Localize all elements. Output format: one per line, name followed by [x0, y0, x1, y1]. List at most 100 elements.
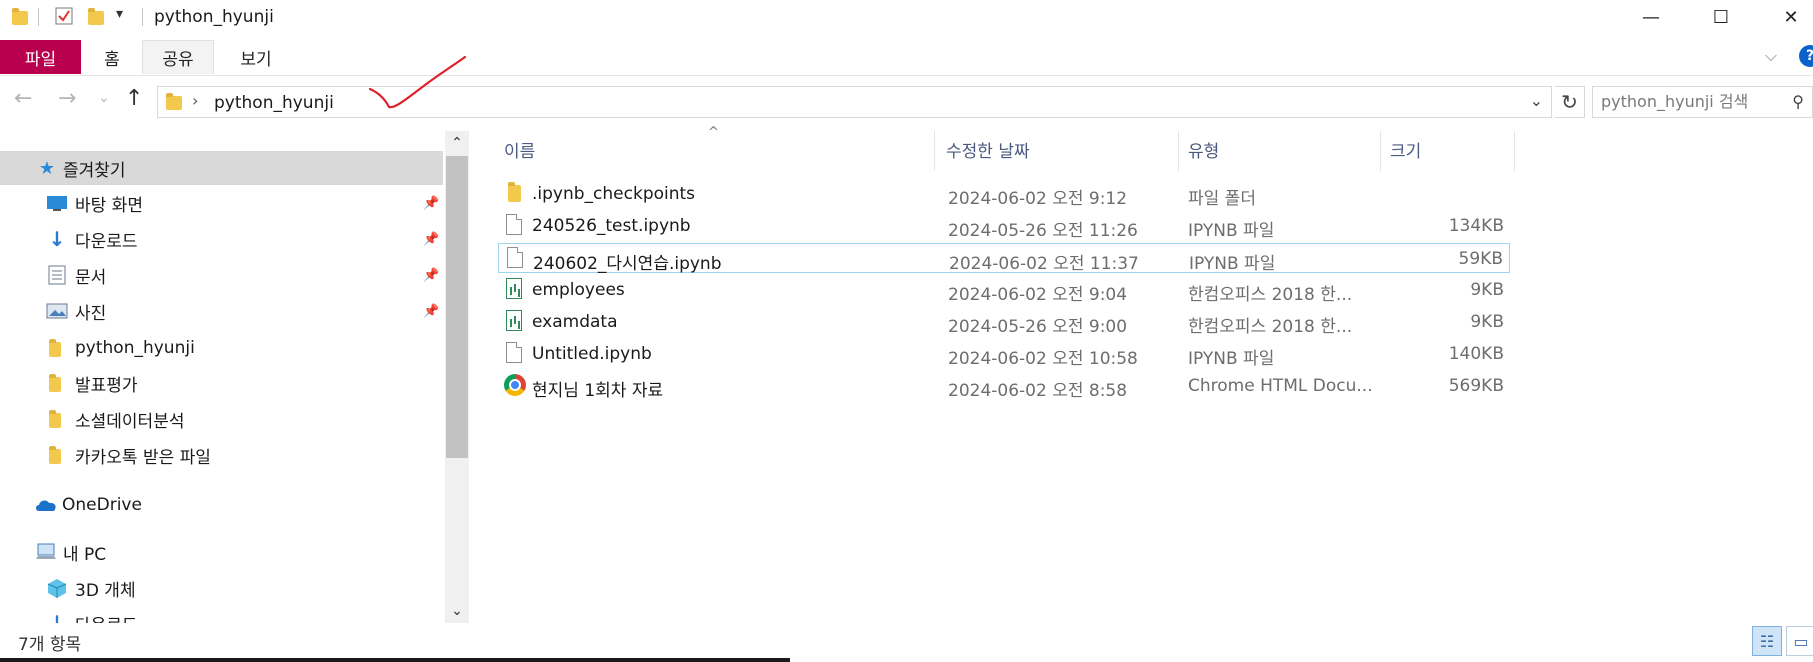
file-date: 2024-06-02 오전 8:58 — [948, 381, 1128, 401]
scroll-thumb[interactable] — [446, 156, 468, 458]
up-button[interactable]: ↑ — [125, 86, 143, 111]
file-row[interactable]: .ipynb_checkpoints 2024-06-02 오전 9:12 파일… — [498, 179, 1510, 209]
file-type: 한컴오피스 2018 한... — [1188, 285, 1353, 305]
column-header-date[interactable]: 수정한 날짜 — [946, 131, 1030, 167]
breadcrumb-chevron-icon[interactable]: › — [192, 91, 198, 110]
sidebar-item-label: 다운로드 — [75, 611, 138, 624]
file-name: examdata — [532, 312, 618, 332]
scroll-down-icon[interactable]: ⌄ — [445, 599, 469, 623]
file-name: 240526_test.ipynb — [532, 216, 691, 236]
maximize-button[interactable]: ☐ — [1686, 0, 1756, 34]
horizontal-scrollbar[interactable] — [0, 658, 790, 662]
spreadsheet-icon — [506, 278, 526, 300]
sidebar-item-label: 3D 개체 — [75, 580, 136, 601]
file-row[interactable]: 현지님 1회차 자료 2024-06-02 오전 8:58 Chrome HTM… — [498, 371, 1510, 401]
sidebar-item-pictures[interactable]: 사진 📌 — [0, 294, 443, 328]
column-header-size[interactable]: 크기 — [1390, 131, 1421, 167]
file-date: 2024-05-26 오전 9:00 — [948, 317, 1128, 337]
sidebar-item-onedrive[interactable]: OneDrive — [0, 488, 443, 522]
properties-icon[interactable] — [54, 6, 74, 26]
navigation-pane: ★ 즐겨찾기 바탕 화면 📌 ↓ 다운로드 📌 문서 📌 사진 📌 python… — [0, 131, 470, 623]
sort-ascending-icon: ^ — [708, 125, 719, 140]
sidebar-item-downloads[interactable]: ↓ 다운로드 📌 — [0, 222, 443, 256]
column-divider[interactable] — [1380, 131, 1381, 171]
quick-access-dropdown[interactable]: ▾ — [116, 6, 123, 22]
pin-icon[interactable]: 📌 — [423, 196, 439, 211]
navigation-scrollbar[interactable]: ⌃ ⌄ — [445, 131, 469, 623]
file-name: employees — [532, 280, 625, 300]
file-row[interactable]: examdata 2024-05-26 오전 9:00 한컴오피스 2018 한… — [498, 307, 1510, 337]
title-bar: ▾ python_hyunji — ☐ ✕ — [0, 0, 1813, 34]
refresh-button[interactable]: ↻ — [1555, 86, 1585, 118]
separator — [38, 8, 39, 26]
search-box[interactable]: ⚲ — [1592, 86, 1813, 118]
address-dropdown-icon[interactable]: ⌄ — [1530, 91, 1543, 110]
tab-home[interactable]: 홈 — [90, 40, 134, 74]
column-divider[interactable] — [1514, 131, 1515, 171]
file-size: 569KB — [1448, 376, 1504, 396]
computer-icon — [34, 542, 56, 562]
file-row[interactable]: Untitled.ipynb 2024-06-02 오전 10:58 IPYNB… — [498, 339, 1510, 369]
sidebar-item-this-pc[interactable]: 내 PC — [0, 535, 443, 569]
pin-icon[interactable]: 📌 — [423, 232, 439, 247]
file-row-selected[interactable]: 240602_다시연습.ipynb 2024-06-02 오전 11:37 IP… — [498, 243, 1510, 274]
tab-view[interactable]: 보기 — [226, 40, 286, 74]
cube-icon — [46, 578, 68, 598]
pin-icon[interactable]: 📌 — [423, 304, 439, 319]
file-list: ^ 이름 수정한 날짜 유형 크기 .ipynb_checkpoints 202… — [490, 125, 1813, 623]
folder-icon — [46, 445, 68, 465]
desktop-icon — [46, 193, 68, 213]
sidebar-item-social-data-analysis[interactable]: 소셜데이터분석 — [0, 402, 443, 436]
sidebar-item-label: 바탕 화면 — [75, 195, 143, 216]
tab-file[interactable]: 파일 — [0, 40, 81, 74]
sidebar-item-presentation-eval[interactable]: 발표평가 — [0, 366, 443, 400]
back-button[interactable]: ← — [14, 86, 32, 111]
sidebar-item-documents[interactable]: 문서 📌 — [0, 258, 443, 292]
tab-share[interactable]: 공유 — [142, 40, 214, 74]
scroll-up-icon[interactable]: ⌃ — [445, 131, 469, 155]
file-type: IPYNB 파일 — [1188, 221, 1275, 241]
item-count: 7개 항목 — [18, 635, 82, 655]
breadcrumb-current[interactable]: python_hyunji — [214, 93, 334, 113]
file-size: 59KB — [1458, 249, 1503, 269]
sidebar-item-label: 다운로드 — [75, 231, 138, 252]
column-divider[interactable] — [1178, 131, 1179, 171]
sidebar-item-kakaotalk-files[interactable]: 카카오톡 받은 파일 — [0, 438, 443, 472]
help-icon[interactable]: ? — [1799, 45, 1813, 67]
column-header-type[interactable]: 유형 — [1188, 131, 1219, 167]
close-button[interactable]: ✕ — [1756, 0, 1813, 34]
sidebar-item-desktop[interactable]: 바탕 화면 📌 — [0, 186, 443, 220]
folder-icon — [46, 373, 68, 393]
tiles-view-button[interactable]: ▭ — [1786, 626, 1813, 656]
file-type: 한컴오피스 2018 한... — [1188, 317, 1353, 337]
search-icon[interactable]: ⚲ — [1792, 92, 1804, 111]
sidebar-item-label: 소셜데이터분석 — [75, 411, 185, 432]
cloud-icon — [34, 495, 56, 515]
star-icon: ★ — [38, 157, 56, 179]
file-name: Untitled.ipynb — [532, 344, 652, 364]
new-folder-icon[interactable] — [86, 6, 106, 26]
file-name: .ipynb_checkpoints — [532, 184, 696, 204]
sidebar-item-label: OneDrive — [62, 495, 142, 515]
expand-ribbon-icon[interactable]: ⌵ — [1765, 46, 1777, 66]
sidebar-item-downloads-pc[interactable]: ↓ 다운로드 — [0, 606, 443, 623]
download-icon: ↓ — [48, 611, 66, 623]
column-divider[interactable] — [934, 131, 935, 171]
search-input[interactable] — [1601, 92, 1781, 111]
file-type: 파일 폴더 — [1188, 189, 1256, 209]
pin-icon[interactable]: 📌 — [423, 268, 439, 283]
separator — [142, 8, 143, 26]
file-row[interactable]: 240526_test.ipynb 2024-05-26 오전 11:26 IP… — [498, 211, 1510, 241]
recent-locations-button[interactable]: ⌄ — [98, 90, 110, 106]
file-size: 134KB — [1448, 216, 1504, 236]
file-row[interactable]: employees 2024-06-02 오전 9:04 한컴오피스 2018 … — [498, 275, 1510, 305]
details-view-button[interactable]: ☷ — [1752, 626, 1782, 656]
column-header-name[interactable]: 이름 — [504, 131, 535, 167]
sidebar-item-3d-objects[interactable]: 3D 개체 — [0, 571, 443, 605]
sidebar-item-python-hyunji[interactable]: python_hyunji — [0, 331, 443, 365]
forward-button[interactable]: → — [58, 86, 76, 111]
minimize-button[interactable]: — — [1616, 0, 1686, 34]
status-bar: 7개 항목 ☷ ▭ — [0, 623, 1813, 662]
sidebar-item-label: 즐겨찾기 — [63, 160, 126, 181]
sidebar-item-favorites[interactable]: ★ 즐겨찾기 — [0, 151, 443, 185]
